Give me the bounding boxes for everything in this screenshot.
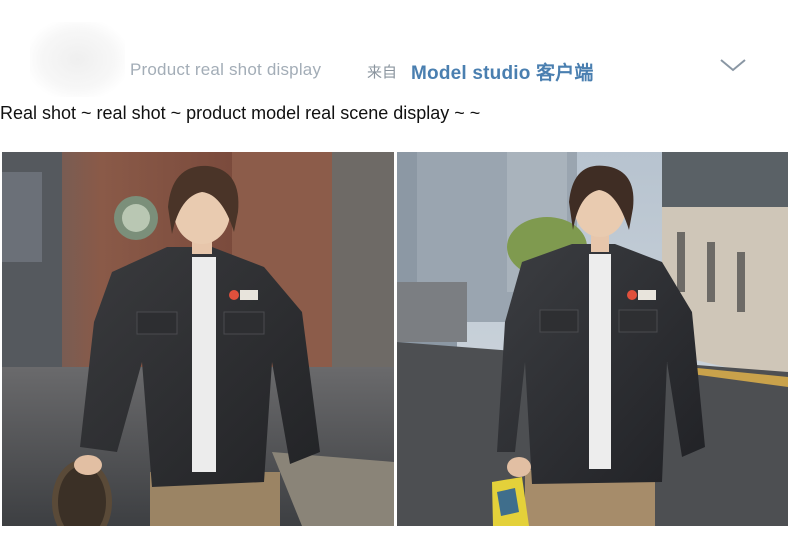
studio-name-link[interactable]: Model studio 客户端 <box>411 58 594 85</box>
header-title: Product real shot display <box>130 60 322 79</box>
product-photo-left[interactable] <box>2 152 394 526</box>
subtitle: Real shot ~ real shot ~ product model re… <box>0 103 481 123</box>
logo <box>30 22 125 97</box>
chevron-down-icon[interactable] <box>718 55 748 75</box>
from-label: 来自 <box>367 64 398 81</box>
product-photo-right[interactable] <box>397 152 788 526</box>
header: Product real shot display 来自 Model studi… <box>0 0 790 97</box>
